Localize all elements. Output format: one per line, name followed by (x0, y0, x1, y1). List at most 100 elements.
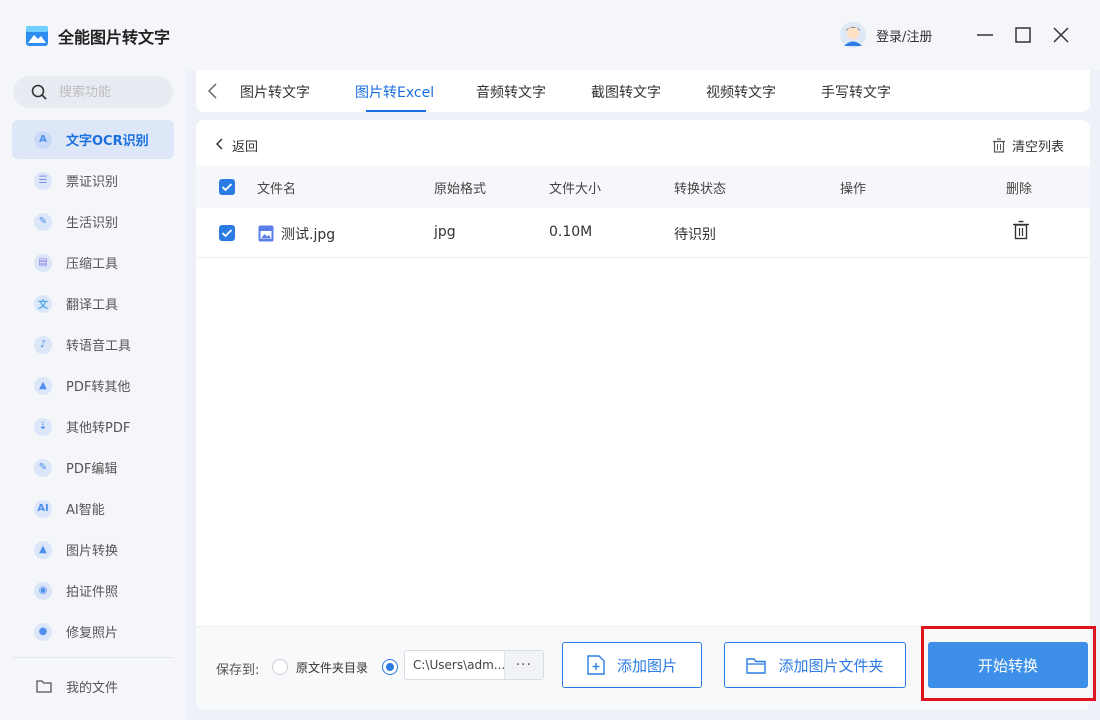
sidebar-item-label: AI智能 (66, 503, 105, 518)
clear-list-button[interactable]: 清空列表 (992, 136, 1064, 155)
tab-video-to-text[interactable]: 视频转文字 (706, 82, 776, 102)
sidebar-item-9[interactable]: AI AI智能 (12, 489, 174, 528)
login-register-link[interactable]: 登录/注册 (876, 26, 932, 45)
image-convert-icon: ▲ (34, 540, 52, 559)
table-row: 测试.jpg jpg 0.10M 待识别 (196, 208, 1090, 258)
sidebar-item-10[interactable]: ▲ 图片转换 (12, 530, 174, 569)
my-files-item[interactable]: 我的文件 (12, 670, 174, 702)
chevron-left-icon[interactable] (204, 81, 220, 101)
tab-handwriting-to-text[interactable]: 手写转文字 (821, 82, 891, 102)
sidebar-item-11[interactable]: ◉ 拍证件照 (12, 571, 174, 610)
radio-original-folder-label: 原文件夹目录 (296, 661, 369, 675)
file-panel: 返回 清空列表 文件名 原始格式 文件大小 转换状态 操作 删除 测试.jpg … (196, 120, 1090, 710)
add-image-folder-button[interactable]: 添加图片文件夹 (724, 642, 906, 688)
column-header-action: 操作 (840, 182, 867, 197)
sidebar-item-label: 压缩工具 (66, 257, 119, 272)
active-tab-indicator (366, 110, 426, 112)
sidebar-item-label: 图片转换 (66, 544, 119, 559)
column-header-name: 文件名 (257, 182, 297, 197)
row-format: jpg (434, 224, 456, 240)
sidebar-item-5[interactable]: ♪ 转语音工具 (12, 325, 174, 364)
table-header: 文件名 原始格式 文件大小 转换状态 操作 删除 (196, 166, 1090, 208)
sidebar-item-label: 转语音工具 (66, 339, 132, 354)
column-header-format: 原始格式 (434, 182, 487, 197)
row-size: 0.10M (549, 224, 593, 240)
folder-icon (36, 680, 52, 693)
add-image-label: 添加图片 (616, 656, 677, 675)
add-image-folder-label: 添加图片文件夹 (778, 656, 884, 675)
column-header-status: 转换状态 (674, 182, 727, 197)
add-image-button[interactable]: 添加图片 (562, 642, 702, 688)
delete-row-trash-icon[interactable] (1012, 220, 1030, 240)
column-header-delete: 删除 (1006, 182, 1033, 197)
avatar-icon[interactable] (840, 22, 866, 48)
sidebar-item-label: 翻译工具 (66, 298, 119, 313)
row-checkbox[interactable] (219, 225, 235, 241)
compress-icon: ▤ (34, 253, 52, 272)
trash-icon (993, 138, 1005, 153)
sidebar: A 文字OCR识别 ☰ 票证识别 ✎ 生活识别 ▤ 压缩工具文翻译工具 ♪ 转语音工具 ▲ PDF转其… (0, 70, 186, 720)
translate-icon: 文 (34, 294, 52, 313)
action-footer: 保存到: 原文件夹目录 C:\Users\adm... ··· 添加图片 添加图… (196, 626, 1090, 710)
radio-custom-path[interactable] (382, 659, 398, 675)
start-convert-button[interactable]: 开始转换 (928, 642, 1088, 688)
check-icon (221, 229, 233, 238)
save-path-field[interactable]: C:\Users\adm... ··· (404, 650, 544, 680)
folder-icon (746, 657, 767, 674)
save-path-value: C:\Users\adm... (413, 658, 504, 672)
app-title: 全能图片转文字 (58, 28, 171, 47)
tab-image-to-excel[interactable]: 图片转Excel (355, 82, 434, 102)
pen-icon: ✎ (34, 212, 52, 231)
sidebar-item-6[interactable]: ▲ PDF转其他 (12, 366, 174, 405)
save-to-label: 保存到: (216, 663, 260, 678)
image-file-icon (258, 225, 274, 242)
tab-audio-to-text[interactable]: 音频转文字 (476, 82, 546, 102)
minimize-icon[interactable] (974, 24, 996, 46)
tab-bar: 图片转文字 图片转Excel 音频转文字 截图转文字 视频转文字 手写转文字 (196, 70, 1090, 112)
ocr-letter-icon: A (34, 130, 52, 149)
camera-icon: ◉ (34, 581, 52, 600)
column-header-size: 文件大小 (549, 182, 602, 197)
maximize-icon[interactable] (1012, 24, 1034, 46)
title-bar: 全能图片转文字 登录/注册 (0, 0, 1100, 70)
search-box[interactable] (13, 76, 173, 108)
ticket-icon: ☰ (34, 171, 52, 190)
my-files-label: 我的文件 (66, 680, 119, 696)
tab-screenshot-to-text[interactable]: 截图转文字 (591, 82, 661, 102)
sidebar-item-7[interactable]: ⇣ 其他转PDF (12, 407, 174, 446)
sidebar-item-label: 票证识别 (66, 175, 119, 190)
sidebar-item-0[interactable]: A 文字OCR识别 (12, 120, 174, 159)
tab-image-to-text[interactable]: 图片转文字 (240, 82, 310, 102)
sidebar-item-3[interactable]: ▤ 压缩工具 (12, 243, 174, 282)
app-logo-icon (26, 26, 48, 46)
sidebar-item-1[interactable]: ☰ 票证识别 (12, 161, 174, 200)
sidebar-item-4[interactable]: 文翻译工具 (12, 284, 174, 323)
search-input[interactable] (59, 84, 159, 100)
pdf-icon: ▲ (34, 376, 52, 395)
to-pdf-icon: ⇣ (34, 417, 52, 436)
sidebar-item-8[interactable]: ✎ PDF编辑 (12, 448, 174, 487)
sidebar-divider (12, 657, 174, 658)
radio-original-folder[interactable] (272, 659, 288, 675)
browse-path-button[interactable]: ··· (503, 651, 543, 679)
sidebar-item-12[interactable]: ● 修复照片 (12, 612, 174, 651)
chevron-left-icon (215, 138, 224, 153)
sidebar-item-label: 拍证件照 (66, 585, 119, 600)
search-icon (31, 84, 47, 100)
sidebar-nav: A 文字OCR识别 ☰ 票证识别 ✎ 生活识别 ▤ 压缩工具文翻译工具 ♪ 转语音工具 ▲ PDF转其… (12, 120, 174, 653)
back-label: 返回 (232, 140, 259, 155)
sidebar-item-label: 生活识别 (66, 216, 119, 231)
sidebar-item-2[interactable]: ✎ 生活识别 (12, 202, 174, 241)
sidebar-item-label: PDF转其他 (66, 380, 131, 395)
repair-photo-icon: ● (34, 622, 52, 641)
back-button[interactable]: 返回 (215, 136, 259, 155)
add-file-icon (587, 655, 605, 675)
music-note-icon: ♪ (34, 335, 52, 354)
sidebar-item-label: 其他转PDF (66, 421, 131, 436)
sidebar-item-label: PDF编辑 (66, 462, 118, 477)
sidebar-item-label: 修复照片 (66, 626, 119, 641)
select-all-checkbox[interactable] (219, 179, 235, 195)
ai-icon: AI (34, 499, 52, 518)
close-icon[interactable] (1050, 24, 1072, 46)
row-file-name: 测试.jpg (281, 227, 336, 243)
